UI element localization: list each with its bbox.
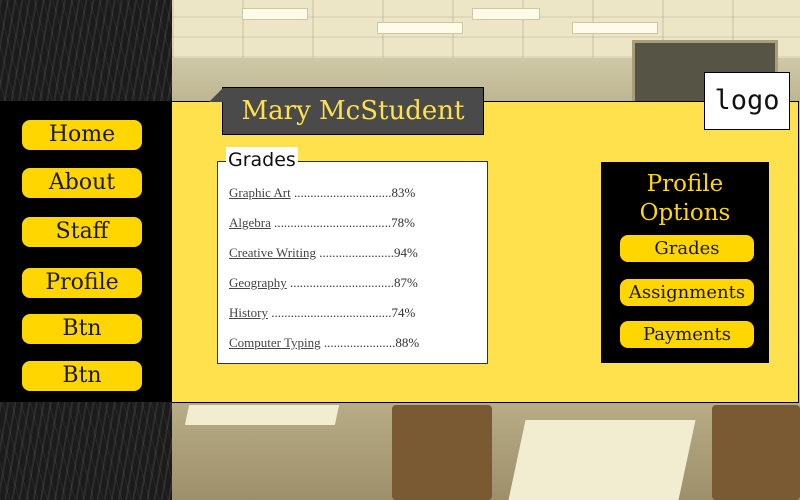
nav-about-button[interactable]: About: [22, 168, 142, 198]
nav-btn-button[interactable]: Btn: [22, 361, 142, 391]
nav-home-button[interactable]: Home: [22, 120, 142, 150]
grade-row: Algebra ................................…: [229, 215, 469, 231]
grade-dots: ................................: [290, 275, 395, 290]
desk: [184, 405, 340, 425]
grade-dots: ....................................: [274, 215, 392, 230]
student-name-tab: Mary McStudent: [209, 87, 484, 135]
grade-score: 74%: [391, 305, 416, 320]
grade-subject-link[interactable]: Algebra: [229, 215, 271, 230]
ceiling-light: [472, 8, 540, 20]
chair: [392, 405, 492, 500]
grade-score: 87%: [394, 275, 418, 290]
grade-row: Creative Writing .......................…: [229, 245, 469, 261]
payments-option-button[interactable]: Payments: [620, 321, 754, 348]
grade-subject-link[interactable]: Graphic Art: [229, 185, 291, 200]
grade-row: History ................................…: [229, 305, 469, 321]
grade-score: 94%: [393, 245, 418, 260]
grade-dots: ......................: [323, 335, 396, 350]
grade-score: 83%: [391, 185, 416, 200]
grade-row: Graphic Art ............................…: [229, 185, 469, 201]
assignments-option-button[interactable]: Assignments: [620, 279, 754, 306]
grade-row: Geography ..............................…: [229, 275, 469, 291]
ceiling-light: [572, 22, 658, 34]
grade-subject-link[interactable]: Creative Writing: [229, 245, 316, 260]
grades-title: Grades: [226, 147, 298, 173]
profile-options-title-line: Options: [639, 200, 731, 226]
grade-subject-link[interactable]: Geography: [229, 275, 287, 290]
grade-dots: .....................................: [271, 305, 392, 320]
grade-subject-link[interactable]: Computer Typing: [229, 335, 321, 350]
ceiling-light: [242, 8, 308, 20]
grade-dots: ..............................: [293, 185, 392, 200]
grade-score: 88%: [395, 335, 420, 350]
desk: [508, 420, 696, 500]
grades-option-button[interactable]: Grades: [620, 235, 754, 262]
nav-profile-button[interactable]: Profile: [22, 268, 142, 298]
logo[interactable]: logo: [704, 72, 790, 130]
profile-options-title: Profile Options: [601, 170, 769, 228]
nav-btn-button[interactable]: Btn: [22, 314, 142, 344]
profile-options-title-line: Profile: [646, 171, 724, 197]
grade-score: 78%: [391, 215, 415, 230]
grade-row: Computer Typing ......................88…: [229, 335, 469, 351]
chair: [712, 405, 800, 500]
ceiling-light: [377, 22, 463, 34]
grade-dots: .......................: [319, 245, 394, 260]
nav-staff-button[interactable]: Staff: [22, 217, 142, 247]
grade-subject-link[interactable]: History: [229, 305, 268, 320]
